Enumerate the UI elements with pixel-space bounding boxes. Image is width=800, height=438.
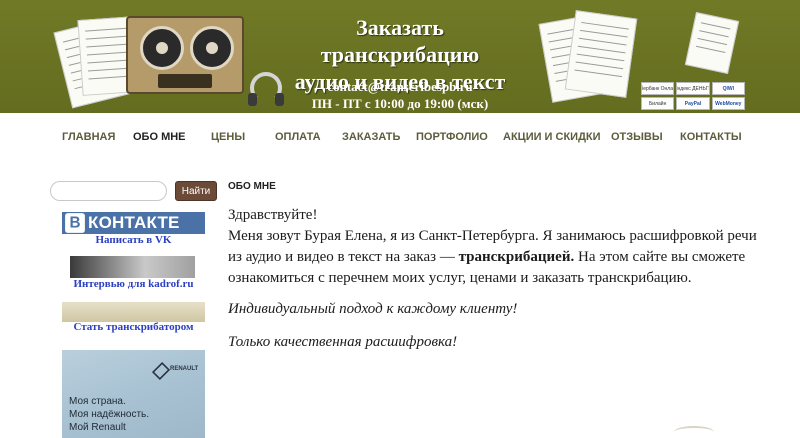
payment-logo-webmoney: WebMoney xyxy=(711,97,745,110)
vk-icon: B xyxy=(65,213,85,233)
nav-item-prices[interactable]: ЦЕНЫ xyxy=(211,131,245,143)
main-nav: ГЛАВНАЯ ОБО МНЕ ЦЕНЫ ОПЛАТА ЗАКАЗАТЬ ПОР… xyxy=(0,113,800,163)
paper-sheet-right xyxy=(564,10,638,98)
become-transcriber-banner[interactable] xyxy=(62,302,205,322)
search-button[interactable]: Найти xyxy=(175,181,217,201)
vk-logo-text: КОНТАКТЕ xyxy=(88,213,180,232)
contact-email[interactable]: contact@transcribespb.ru xyxy=(300,79,500,95)
nav-item-about[interactable]: ОБО МНЕ xyxy=(133,131,186,143)
vk-message-link[interactable]: Написать в VK xyxy=(62,234,205,246)
tagline-individual: Индивидуальный подход к каждому клиенту! xyxy=(228,301,518,317)
ad-slogan-1: Моя страна. xyxy=(69,396,126,407)
working-hours: ПН - ПТ с 10:00 до 19:00 (мск) xyxy=(311,96,489,111)
page-title: ОБО МНЕ xyxy=(228,181,276,192)
payment-logo-yandex: Яндекс ДЕНЬГИ xyxy=(676,82,710,95)
tagline-quality: Только качественная расшифровка! xyxy=(228,334,458,350)
nav-item-order[interactable]: ЗАКАЗАТЬ xyxy=(342,131,400,143)
ad-brand: RENAULT xyxy=(170,366,199,372)
renault-logo-icon xyxy=(151,361,171,381)
main-content: Здравствуйте! Меня зовут Бурая Елена, я … xyxy=(228,205,773,353)
tape-recorder-icon xyxy=(126,16,244,94)
nav-item-payment[interactable]: ОПЛАТА xyxy=(275,131,321,143)
become-transcriber-link[interactable]: Стать транскрибатором xyxy=(62,321,205,333)
nav-item-promotions[interactable]: АКЦИИ И СКИДКИ xyxy=(503,131,601,143)
nav-item-contacts[interactable]: КОНТАКТЫ xyxy=(680,131,742,143)
nav-item-home[interactable]: ГЛАВНАЯ xyxy=(62,131,115,143)
intro-paragraph: Здравствуйте! Меня зовут Бурая Елена, я … xyxy=(228,205,773,289)
greeting: Здравствуйте! xyxy=(228,207,318,223)
nav-item-reviews[interactable]: ОТЗЫВЫ xyxy=(611,131,663,143)
search-input[interactable] xyxy=(50,181,167,201)
vkontakte-logo[interactable]: B КОНТАКТЕ xyxy=(62,212,205,234)
interview-photo[interactable] xyxy=(70,256,195,278)
renault-advertisement[interactable]: RENAULT Моя страна. Моя надёжность. Мой … xyxy=(62,350,205,438)
payment-methods: Сбербанк Онлайн Яндекс ДЕНЬГИ QIWI Билай… xyxy=(641,82,745,110)
banner-title-line-1: Заказать транскрибацию xyxy=(320,15,480,67)
decorative-corner xyxy=(674,426,714,438)
payment-logo-sberbank: Сбербанк Онлайн xyxy=(641,82,675,95)
nav-item-portfolio[interactable]: ПОРТФОЛИО xyxy=(416,131,488,143)
payment-logo-paypal: PayPal xyxy=(676,97,710,110)
intro-bold: транскрибацией. xyxy=(458,249,575,265)
ad-slogan-3: Мой Renault xyxy=(69,422,126,433)
paper-sheet-right-2 xyxy=(684,12,740,74)
payment-logo-qiwi: QIWI xyxy=(711,82,745,95)
header-banner: Заказать транскрибацию аудио и видео в т… xyxy=(0,0,800,113)
ad-slogan-2: Моя надёжность. xyxy=(69,409,150,420)
interview-link[interactable]: Интервью для kadrof.ru xyxy=(62,278,205,290)
payment-logo-beeline: Билайн xyxy=(641,97,675,110)
